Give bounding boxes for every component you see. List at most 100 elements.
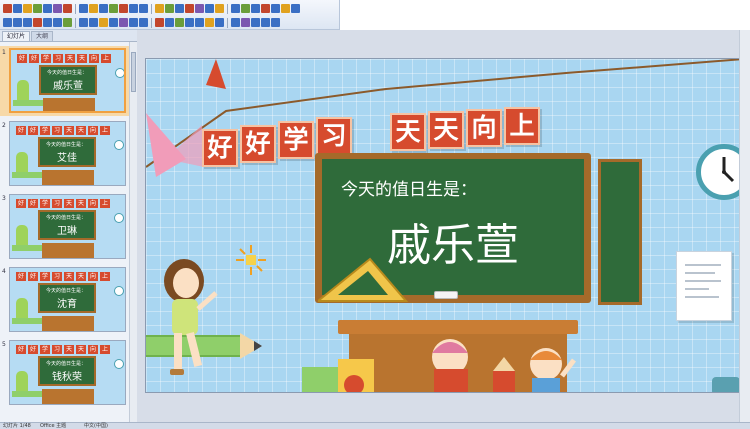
standard-toolbar-button-14[interactable] xyxy=(139,4,148,13)
format-toolbar-button-23[interactable] xyxy=(241,18,250,27)
standard-toolbar-button-19[interactable] xyxy=(195,4,204,13)
thumb-subtitle: 今天的值日生是： xyxy=(46,288,87,294)
standard-toolbar-button-10[interactable] xyxy=(99,4,108,13)
thumb-desk-illustration xyxy=(42,389,94,404)
format-toolbar-button-18[interactable] xyxy=(185,18,194,27)
format-toolbar-button-6[interactable] xyxy=(53,18,62,27)
standard-toolbar-button-15[interactable] xyxy=(155,4,164,13)
clock-icon xyxy=(696,144,742,200)
thumb-clock-illustration xyxy=(114,140,124,150)
format-toolbar-button-20[interactable] xyxy=(205,18,214,27)
books-illustration xyxy=(302,359,374,392)
standard-toolbar-button-28[interactable] xyxy=(291,4,300,13)
format-toolbar-button-2[interactable] xyxy=(13,18,22,27)
standard-toolbar-button-1[interactable] xyxy=(3,4,12,13)
standard-toolbar-button-17[interactable] xyxy=(175,4,184,13)
format-toolbar-button-26[interactable] xyxy=(271,18,280,27)
thumb-banner-char: 好 xyxy=(29,54,39,63)
format-toolbar-button-13[interactable] xyxy=(129,18,138,27)
slide-thumbnail[interactable]: 3 好好学习天天向上今天的值日生是： 卫琳 xyxy=(0,192,129,262)
format-toolbar-button-22[interactable] xyxy=(231,18,240,27)
slide-scrollbar[interactable] xyxy=(739,30,750,422)
status-bar: 幻灯片 1/48 Office 主题 中文(中国) xyxy=(0,422,750,429)
standard-toolbar-button-23[interactable] xyxy=(241,4,250,13)
thumb-banner-char: 学 xyxy=(40,126,50,135)
format-toolbar-button-11[interactable] xyxy=(109,18,118,27)
panel-scrollbar[interactable] xyxy=(129,42,137,422)
standard-toolbar-button-6[interactable] xyxy=(53,4,62,13)
standard-toolbar-button-4[interactable] xyxy=(33,4,42,13)
thumb-banner-char: 天 xyxy=(77,54,87,63)
standard-toolbar-button-11[interactable] xyxy=(109,4,118,13)
standard-toolbar-button-24[interactable] xyxy=(251,4,260,13)
standard-toolbar-button-2[interactable] xyxy=(13,4,22,13)
format-toolbar-button-14[interactable] xyxy=(139,18,148,27)
tab-slides[interactable]: 幻灯片 xyxy=(2,31,31,41)
format-toolbar-button-1[interactable] xyxy=(3,18,12,27)
board-subtitle[interactable]: 今天的值日生是： xyxy=(341,175,477,200)
thumb-banner: 好好学习天天向上 xyxy=(17,54,117,63)
format-toolbar-button-15[interactable] xyxy=(155,18,164,27)
current-slide[interactable]: 好好学习天天向上 今天的值日生是： 戚乐萱 xyxy=(145,58,743,393)
thumb-clock-illustration xyxy=(114,213,124,223)
standard-toolbar-button-22[interactable] xyxy=(231,4,240,13)
standard-toolbar-button-27[interactable] xyxy=(281,4,290,13)
format-toolbar-button-5[interactable] xyxy=(43,18,52,27)
thumb-student-name: 沈育 xyxy=(57,299,77,310)
standard-toolbar-button-8[interactable] xyxy=(79,4,88,13)
standard-toolbar-button-18[interactable] xyxy=(185,4,194,13)
format-toolbar-button-8[interactable] xyxy=(79,18,88,27)
triangle-ruler-icon xyxy=(318,257,408,302)
standard-toolbar-button-5[interactable] xyxy=(43,4,52,13)
status-theme: Office 主题 xyxy=(40,423,67,429)
standard-toolbar-button-9[interactable] xyxy=(89,4,98,13)
kid-reading-illustration xyxy=(432,339,468,392)
format-toolbar-button-24[interactable] xyxy=(251,18,260,27)
thumb-banner-char: 习 xyxy=(52,345,62,354)
format-toolbar-button-4[interactable] xyxy=(33,18,42,27)
thumb-banner-char: 好 xyxy=(16,126,26,135)
standard-toolbar-button-13[interactable] xyxy=(129,4,138,13)
thumb-banner-char: 天 xyxy=(64,199,74,208)
thumb-chalkboard: 今天的值日生是： 艾佳 xyxy=(38,137,96,167)
thumb-banner-char: 好 xyxy=(28,199,38,208)
slides-list: 1 好好学习天天向上今天的值日生是： 戚乐萱 2 好好学习天天向上今天的值日生是： 艾佳 3… xyxy=(0,42,129,422)
format-toolbar-button-9[interactable] xyxy=(89,18,98,27)
format-toolbar-button-10[interactable] xyxy=(99,18,108,27)
format-toolbar-button-17[interactable] xyxy=(175,18,184,27)
thumb-banner: 好好学习天天向上 xyxy=(16,345,116,354)
thumb-banner-char: 习 xyxy=(52,199,62,208)
panel-scrollbar-thumb[interactable] xyxy=(131,52,136,92)
thumb-banner-char: 好 xyxy=(28,126,38,135)
thumb-pencil-illustration xyxy=(12,172,42,178)
slide-thumbnail[interactable]: 4 好好学习天天向上今天的值日生是： 沈育 xyxy=(0,265,129,335)
format-toolbar-button-3[interactable] xyxy=(23,18,32,27)
standard-toolbar-button-25[interactable] xyxy=(261,4,270,13)
slide-thumbnail[interactable]: 5 好好学习天天向上今天的值日生是： 钱秋荣 xyxy=(0,338,129,408)
standard-toolbar-button-3[interactable] xyxy=(23,4,32,13)
thumb-subtitle: 今天的值日生是： xyxy=(46,361,87,367)
format-toolbar-button-19[interactable] xyxy=(195,18,204,27)
status-language: 中文(中国) xyxy=(84,423,108,429)
workspace: 幻灯片 大纲 1 好好学习天天向上今天的值日生是： 戚乐萱 2 好好学习天天向上今天的值… xyxy=(0,30,750,422)
slide-number: 1 xyxy=(2,49,6,56)
slide-thumbnail-frame: 好好学习天天向上今天的值日生是： 艾佳 xyxy=(9,121,126,186)
standard-toolbar-button-20[interactable] xyxy=(205,4,214,13)
slide-thumbnail[interactable]: 1 好好学习天天向上今天的值日生是： 戚乐萱 xyxy=(0,46,129,116)
format-toolbar-button-25[interactable] xyxy=(261,18,270,27)
standard-toolbar-button-26[interactable] xyxy=(271,4,280,13)
slide-thumbnail[interactable]: 2 好好学习天天向上今天的值日生是： 艾佳 xyxy=(0,119,129,189)
thumb-subtitle: 今天的值日生是： xyxy=(46,142,87,148)
standard-toolbar-button-12[interactable] xyxy=(119,4,128,13)
format-toolbar-button-12[interactable] xyxy=(119,18,128,27)
format-toolbar-button-21[interactable] xyxy=(215,18,224,27)
thumb-girl-illustration xyxy=(16,225,28,247)
tab-outline[interactable]: 大纲 xyxy=(31,31,54,41)
format-toolbar-button-7[interactable] xyxy=(63,18,72,27)
standard-toolbar-button-7[interactable] xyxy=(63,4,72,13)
thumb-banner-char: 学 xyxy=(40,199,50,208)
standard-toolbar-button-21[interactable] xyxy=(215,4,224,13)
standard-toolbar-button-16[interactable] xyxy=(165,4,174,13)
format-toolbar-button-16[interactable] xyxy=(165,18,174,27)
thumb-girl-illustration xyxy=(16,371,28,393)
